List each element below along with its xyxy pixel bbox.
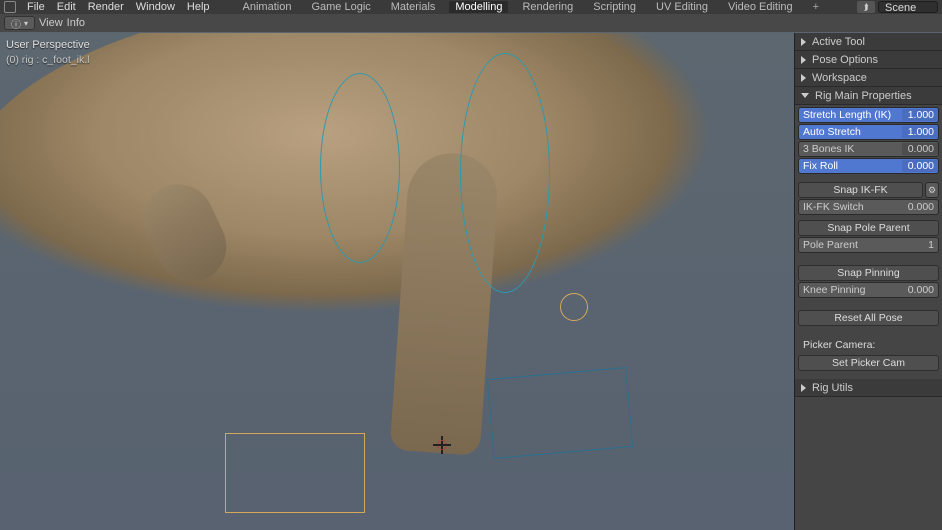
panel-title: Rig Main Properties [815,90,912,102]
prop-label: Auto Stretch [799,126,902,138]
panel-pose-options[interactable]: Pose Options [795,51,942,69]
menu-help[interactable]: Help [182,1,215,13]
disclosure-icon [801,38,806,46]
panel-active-tool[interactable]: Active Tool [795,33,942,51]
snap-pole-parent-button[interactable]: Snap Pole Parent [798,220,939,236]
tab-uvediting[interactable]: UV Editing [650,1,714,13]
top-menubar: File Edit Render Window Help Animation G… [0,0,942,14]
editor-type-dropdown[interactable]: ⓘ ▾ [4,16,35,30]
ikfk-switch-slider[interactable]: IK-FK Switch 0.000 [798,199,939,215]
prop-label: Fix Roll [799,160,902,172]
snap-ikfk-options-button[interactable]: ⚙ [925,182,939,198]
prop-value: 1.000 [902,109,938,121]
app-logo[interactable] [4,1,16,13]
knee-pinning-slider[interactable]: Knee Pinning 0.000 [798,282,939,298]
rig-control-knee[interactable] [560,293,588,321]
picker-camera-label: Picker Camera: [798,336,939,354]
chevron-down-icon: ▾ [24,19,28,28]
scene-block: ⮭ Scene [857,1,938,13]
info-icon: ⓘ [11,16,21,31]
stretch-length-slider[interactable]: Stretch Length (IK) 1.000 [798,107,939,123]
n-panel: Active Tool Pose Options Workspace Rig M… [794,33,942,530]
disclosure-icon [801,93,809,98]
auto-stretch-slider[interactable]: Auto Stretch 1.000 [798,124,939,140]
prop-value: 1 [928,239,934,251]
scene-name-input[interactable]: Scene [878,1,938,13]
panel-rig-utils[interactable]: Rig Utils [795,379,942,397]
prop-label: Knee Pinning [803,284,865,296]
prop-value: 0.000 [908,284,934,296]
prop-label: Stretch Length (IK) [799,109,902,121]
panel-title: Pose Options [812,54,878,66]
rig-control-circle[interactable] [460,53,550,293]
panel-rig-main[interactable]: Rig Main Properties [795,87,942,105]
tab-animation[interactable]: Animation [237,1,298,13]
disclosure-icon [801,384,806,392]
rig-control-circle[interactable] [320,73,400,263]
viewport-header: ⓘ ▾ View Info [0,14,942,32]
viewport-active-object-label: (0) rig : c_foot_ik.l [6,54,89,66]
rig-main-body: Stretch Length (IK) 1.000 Auto Stretch 1… [795,105,942,373]
header-view[interactable]: View [39,17,63,29]
reset-all-pose-button[interactable]: Reset All Pose [798,310,939,326]
prop-value: 0.000 [902,160,938,172]
prop-value: 1.000 [902,126,938,138]
prop-label: Pole Parent [803,239,858,251]
menu-edit[interactable]: Edit [52,1,81,13]
pole-parent-slider[interactable]: Pole Parent 1 [798,237,939,253]
set-picker-cam-button[interactable]: Set Picker Cam [798,355,939,371]
rig-foot-ik-right[interactable] [487,367,633,459]
tab-add[interactable]: + [807,1,825,13]
scene-browse-button[interactable]: ⮭ [857,1,875,13]
tab-modelling[interactable]: Modelling [449,1,508,13]
menu-render[interactable]: Render [83,1,129,13]
gear-icon: ⚙ [928,185,936,196]
tab-scripting[interactable]: Scripting [587,1,642,13]
panel-title: Workspace [812,72,867,84]
panel-title: Active Tool [812,36,865,48]
workspace-tabs: Animation Game Logic Materials Modelling… [237,1,826,13]
tab-materials[interactable]: Materials [385,1,442,13]
3d-cursor-icon [435,438,449,452]
snap-pinning-button[interactable]: Snap Pinning [798,265,939,281]
3d-viewport[interactable]: User Perspective (0) rig : c_foot_ik.l [0,33,794,530]
tab-gamelogic[interactable]: Game Logic [305,1,376,13]
prop-label: 3 Bones IK [799,143,902,155]
panel-workspace[interactable]: Workspace [795,69,942,87]
tab-videoediting[interactable]: Video Editing [722,1,799,13]
menu-window[interactable]: Window [131,1,180,13]
fix-roll-slider[interactable]: Fix Roll 0.000 [798,158,939,174]
rig-foot-ik-left[interactable] [225,433,365,513]
disclosure-icon [801,56,806,64]
prop-value: 0.000 [908,201,934,213]
tab-rendering[interactable]: Rendering [516,1,579,13]
link-icon: ⮭ [863,2,868,13]
header-info[interactable]: Info [67,17,85,29]
disclosure-icon [801,74,806,82]
viewport-perspective-label: User Perspective [6,39,90,51]
prop-value: 0.000 [902,143,938,155]
three-bones-ik-slider[interactable]: 3 Bones IK 0.000 [798,141,939,157]
prop-label: IK-FK Switch [803,201,864,213]
panel-title: Rig Utils [812,382,853,394]
menu-file[interactable]: File [22,1,50,13]
snap-ikfk-button[interactable]: Snap IK-FK [798,182,923,198]
